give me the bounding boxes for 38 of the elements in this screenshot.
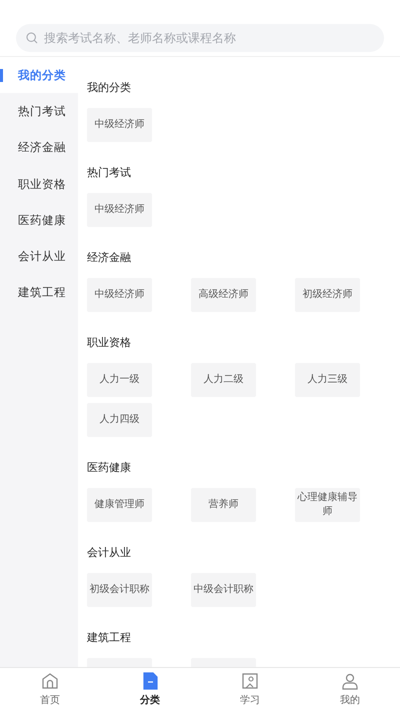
sidebar-item[interactable]: 热门考试 — [0, 93, 78, 130]
section-title: 职业资格 — [87, 336, 132, 350]
category-tile[interactable]: 中级会计职称 — [191, 573, 256, 607]
home-icon — [41, 672, 59, 690]
section-title: 医药健康 — [87, 461, 132, 475]
sidebar-item[interactable]: 我的分类 — [0, 57, 78, 94]
category-tile[interactable]: 中级经济师 — [87, 108, 152, 142]
picture-frame-icon — [241, 672, 259, 690]
category-tile[interactable]: 中级经济师 — [87, 193, 152, 227]
tab-bar-item[interactable]: 我的 — [300, 668, 400, 711]
section-title: 我的分类 — [87, 81, 132, 95]
category-tile[interactable]: 初级会计职称 — [87, 573, 152, 607]
category-tile[interactable]: 初级经济师 — [295, 278, 360, 312]
tab-bar-item[interactable]: 分类 — [100, 668, 200, 711]
sidebar-item[interactable]: 会计从业 — [0, 238, 78, 275]
category-tile[interactable]: 营养师 — [191, 488, 256, 522]
sidebar-item[interactable]: 经济金融 — [0, 130, 78, 166]
category-tile[interactable]: 健康管理师 — [87, 488, 152, 522]
search-field[interactable]: 搜索考试名称、老师名称或课程名称 — [16, 24, 384, 52]
sidebar-item[interactable]: 建筑工程 — [0, 274, 78, 312]
section-title: 会计从业 — [87, 546, 132, 560]
section-title: 经济金融 — [87, 251, 132, 265]
category-tile[interactable]: 心理健康辅导师 — [295, 488, 360, 522]
category-tile[interactable]: 人力二级 — [191, 363, 256, 397]
sidebar-item[interactable]: 职业资格 — [0, 166, 78, 202]
section-title: 热门考试 — [87, 166, 132, 180]
sidebar-item[interactable]: 医药健康 — [0, 202, 78, 238]
tab-bar-item[interactable]: 首页 — [0, 668, 100, 711]
document-icon — [141, 672, 159, 690]
person-icon — [341, 672, 359, 690]
category-tile[interactable]: 高级经济师 — [191, 278, 256, 312]
category-tile[interactable]: 中级经济师 — [87, 278, 152, 312]
tab-bar-item[interactable]: 学习 — [200, 668, 300, 711]
search-icon — [26, 32, 38, 44]
section-title: 建筑工程 — [87, 631, 132, 645]
category-tile[interactable]: 人力三级 — [295, 363, 360, 397]
category-tile[interactable]: 人力一级 — [87, 363, 152, 397]
category-tile[interactable]: 人力四级 — [87, 403, 152, 437]
